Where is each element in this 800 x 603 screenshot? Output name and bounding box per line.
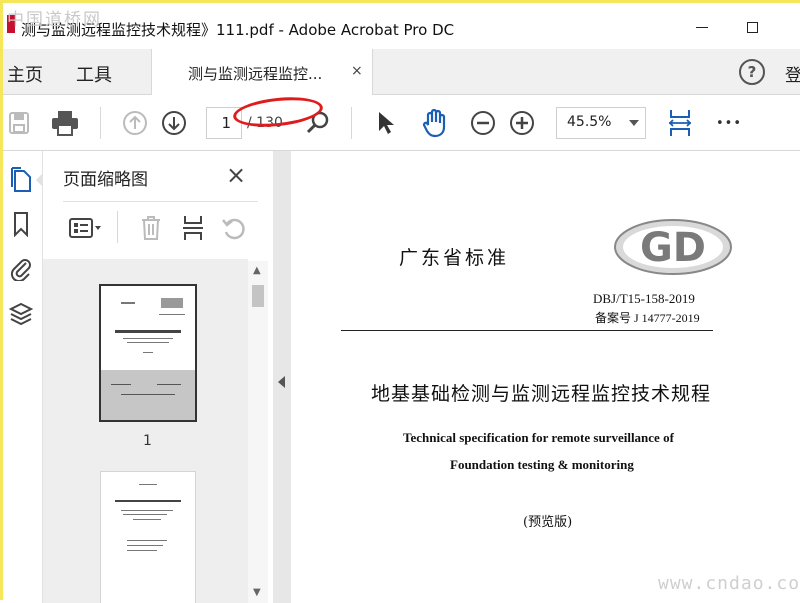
maximize-button[interactable]	[738, 13, 766, 41]
standard-header: 广东省标准	[399, 247, 510, 269]
tab-document[interactable]: 测与监测远程监控... ×	[151, 49, 373, 95]
document-tab-label: 测与监测远程监控...	[188, 65, 323, 83]
thumbnail-text-line	[111, 384, 131, 385]
document-title-chinese: 地基基础检测与监测远程监控技术规程	[371, 383, 712, 405]
page-thumbnail[interactable]	[100, 471, 196, 603]
navigation-rail	[3, 151, 43, 603]
bookmark-icon[interactable]	[7, 209, 35, 239]
rotate-page-icon[interactable]	[220, 203, 248, 253]
thumbnails-panel: 页面缩略图 × 1 ▲ ▼	[43, 151, 273, 603]
minimize-button[interactable]	[688, 13, 716, 41]
toolbar-separator	[351, 107, 352, 139]
tab-tools[interactable]: 工具	[76, 61, 112, 87]
thumbnail-text-line	[123, 338, 173, 339]
thumbnail-text-line	[127, 550, 157, 551]
chevron-down-icon	[629, 120, 639, 126]
thumbnail-text-line	[159, 314, 185, 315]
document-page: 广东省标准 GD DBJ/T15-158-2019 备案号 J 14777-20…	[291, 151, 800, 603]
thumbnail-footer-band	[101, 370, 195, 420]
hand-tool-icon[interactable]	[415, 95, 455, 151]
document-title-english-line-2: Foundation testing & monitoring	[450, 457, 634, 472]
thumbnail-text-line	[127, 540, 167, 541]
standard-code: DBJ/T15-158-2019	[593, 291, 695, 306]
panel-divider	[63, 201, 258, 202]
thumbnail-text-line	[133, 519, 161, 520]
thumbnail-text-line	[123, 514, 167, 515]
page-thumbnail[interactable]	[99, 284, 197, 422]
thumbnail-text-line	[115, 330, 181, 333]
zoom-level-select[interactable]: 45.5%	[556, 107, 646, 139]
toolbar-separator	[100, 107, 101, 139]
document-title-english-line-1: Technical specification for remote surve…	[403, 430, 674, 445]
zoom-out-icon[interactable]	[468, 95, 498, 151]
zoom-level-value: 45.5%	[567, 114, 612, 130]
thumbnail-scrollbar[interactable]: ▲ ▼	[248, 261, 268, 603]
thumbnail-text-line	[139, 484, 157, 485]
panel-collapse-bar[interactable]	[273, 151, 291, 603]
thumbnail-text-line	[115, 500, 181, 502]
thumbnail-text-line	[121, 510, 173, 511]
close-panel-button[interactable]: ×	[226, 161, 246, 189]
save-icon[interactable]	[5, 95, 33, 151]
insert-page-icon[interactable]	[179, 203, 207, 253]
tab-bar: 主页 工具 测与监测远程监控... × ? 登	[3, 49, 800, 95]
page-thumbnails-icon[interactable]	[7, 165, 35, 195]
thumbnail-list: 1	[43, 259, 248, 603]
zoom-in-icon[interactable]	[507, 95, 537, 151]
panel-title: 页面缩略图	[63, 170, 148, 190]
thumbnail-text-line	[121, 302, 135, 304]
title-bar: 测与监测远程监控技术规程》111.pdf - Adobe Acrobat Pro…	[3, 3, 800, 49]
edition-label: (预览版)	[523, 515, 573, 530]
scrollbar-thumb[interactable]	[252, 285, 264, 307]
thumbnail-options-icon[interactable]	[65, 203, 107, 253]
thumbnail-logo	[161, 298, 183, 308]
previous-page-icon[interactable]	[120, 95, 150, 151]
gd-logo-text: GD	[640, 225, 706, 271]
more-tools-button[interactable]: •••	[711, 95, 747, 151]
tab-home[interactable]: 主页	[7, 61, 43, 87]
thumbnail-text-line	[127, 342, 169, 343]
close-tab-button[interactable]: ×	[351, 63, 363, 79]
fit-page-width-icon[interactable]	[663, 95, 697, 151]
gd-logo-icon: GD	[614, 219, 732, 275]
next-page-icon[interactable]	[159, 95, 189, 151]
record-number: 备案号 J 14777-2019	[595, 311, 700, 325]
maximize-icon	[746, 21, 758, 33]
layers-icon[interactable]	[7, 299, 35, 329]
chevron-down-icon[interactable]: ▼	[253, 587, 261, 598]
attachment-icon[interactable]	[7, 253, 35, 283]
thumbnail-text-line	[143, 352, 153, 353]
chevron-up-icon[interactable]: ▲	[253, 265, 261, 276]
delete-page-icon[interactable]	[137, 203, 165, 253]
toolbar: / 130 45.5% •••	[3, 95, 800, 151]
print-icon[interactable]	[47, 95, 83, 151]
thumbnail-text-line	[157, 384, 181, 385]
header-rule	[341, 330, 713, 331]
thumbnail-text-line	[127, 545, 163, 546]
window-frame: 测与监测远程监控技术规程》111.pdf - Adobe Acrobat Pro…	[0, 0, 800, 603]
panel-separator	[117, 211, 118, 243]
watermark-bottom: www.cndao.com	[658, 573, 800, 594]
thumbnail-page-number: 1	[143, 433, 152, 449]
help-icon[interactable]: ?	[739, 59, 765, 85]
select-cursor-icon[interactable]	[371, 95, 401, 151]
minimize-icon	[696, 26, 708, 28]
sign-in-button[interactable]: 登	[785, 61, 800, 86]
thumbnail-text-line	[121, 394, 175, 395]
chevron-left-icon	[278, 376, 285, 388]
watermark-top: 中国道桥网	[7, 10, 102, 30]
